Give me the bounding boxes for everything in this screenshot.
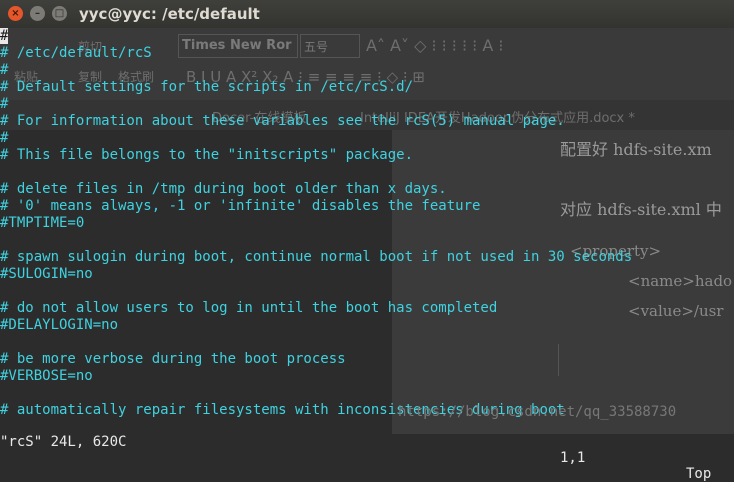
window-title: yyc@yyc: /etc/default bbox=[79, 5, 260, 23]
editor-line: # bbox=[0, 62, 9, 78]
editor-line: # bbox=[0, 130, 9, 146]
close-button[interactable]: × bbox=[8, 6, 23, 21]
editor-line: # bbox=[0, 96, 9, 112]
window-titlebar: × – □ yyc@yyc: /etc/default bbox=[0, 0, 734, 28]
editor-line: # Default settings for the scripts in /e… bbox=[0, 79, 414, 95]
vim-editor[interactable]: # # /etc/default/rcS # # Default setting… bbox=[0, 28, 734, 434]
status-cursor-position: 1,1 bbox=[560, 450, 586, 466]
maximize-button[interactable]: □ bbox=[52, 6, 67, 21]
vim-status-line: "rcS" 24L, 620C 1,1 Top bbox=[0, 418, 734, 482]
editor-line: # /etc/default/rcS bbox=[0, 45, 152, 61]
editor-line: #VERBOSE=no bbox=[0, 368, 93, 384]
editor-line: # spawn sulogin during boot, continue no… bbox=[0, 249, 633, 265]
minimize-icon: – bbox=[35, 8, 40, 19]
editor-line: #SULOGIN=no bbox=[0, 266, 93, 282]
editor-line: # bbox=[0, 28, 9, 45]
editor-line: # This file belongs to the "initscripts"… bbox=[0, 147, 414, 163]
editor-line: # '0' means always, -1 or 'infinite' dis… bbox=[0, 198, 481, 214]
editor-line: #TMPTIME=0 bbox=[0, 215, 85, 231]
editor-line: #DELAYLOGIN=no bbox=[0, 317, 119, 333]
maximize-icon: □ bbox=[54, 8, 65, 19]
editor-line: # delete files in /tmp during boot older… bbox=[0, 181, 447, 197]
minimize-button[interactable]: – bbox=[30, 6, 45, 21]
editor-line: # For information about these variables … bbox=[0, 113, 565, 129]
status-scroll-position: Top bbox=[686, 466, 712, 482]
text-cursor: # bbox=[0, 28, 9, 44]
close-icon: × bbox=[11, 8, 20, 19]
editor-line: # do not allow users to log in until the… bbox=[0, 300, 498, 316]
editor-line: # be more verbose during the boot proces… bbox=[0, 351, 346, 367]
status-file-info: "rcS" 24L, 620C bbox=[0, 434, 127, 450]
